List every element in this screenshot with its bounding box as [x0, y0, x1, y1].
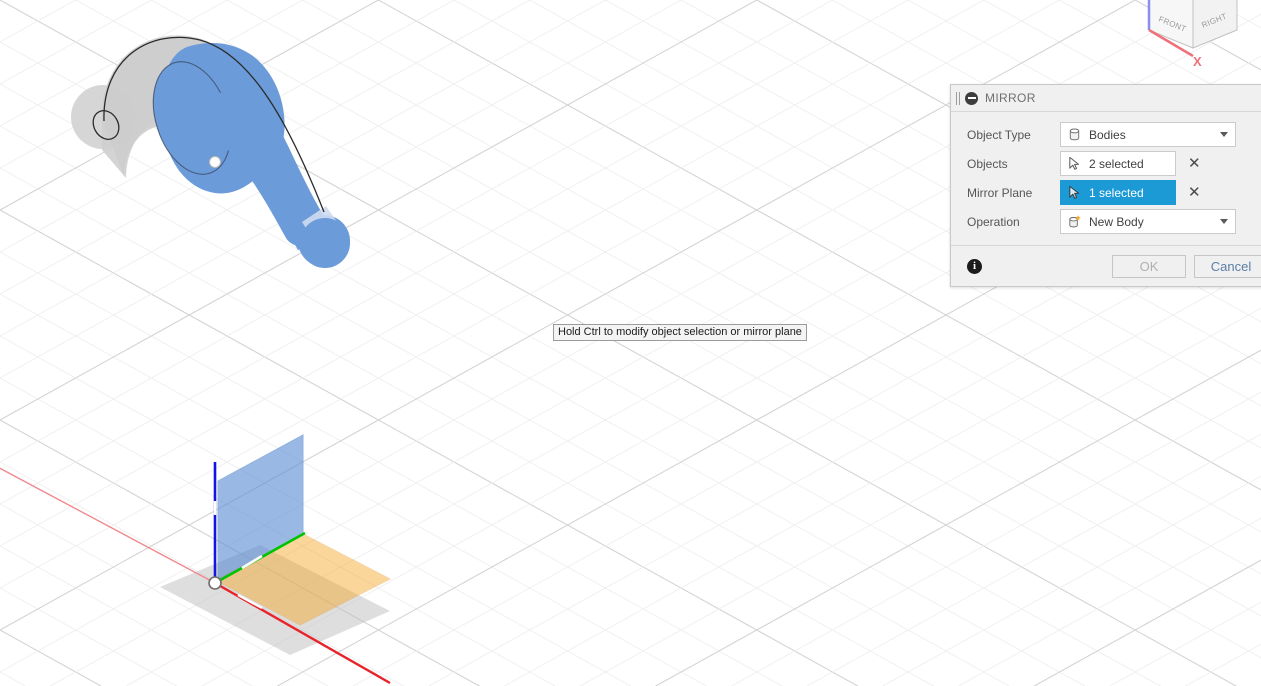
minus-circle-icon[interactable] [965, 91, 978, 105]
chevron-down-icon[interactable] [1220, 132, 1228, 137]
dialog-title: MIRROR [985, 91, 1036, 105]
dialog-header[interactable]: MIRROR ▸▸ [951, 85, 1261, 112]
clear-mirror-plane-icon[interactable]: ✕ [1188, 185, 1201, 200]
label-objects: Objects [967, 156, 1008, 171]
operation-dropdown[interactable]: New Body [1060, 209, 1236, 234]
mirror-plane-selection-button[interactable]: 1 selected [1060, 180, 1176, 205]
dialog-footer: i OK Cancel [951, 245, 1261, 286]
new-body-icon [1069, 214, 1081, 228]
row-mirror-plane: Mirror Plane 1 selected ✕ [951, 178, 1261, 207]
origin-planes[interactable] [0, 415, 420, 686]
profile-handle[interactable] [209, 156, 221, 168]
body-selected-half[interactable] [140, 43, 350, 268]
mirror-plane-value: 1 selected [1089, 185, 1144, 200]
object-type-value: Bodies [1089, 127, 1126, 142]
cancel-button[interactable]: Cancel [1194, 254, 1261, 278]
x-axis-negative [0, 467, 216, 584]
object-type-dropdown[interactable]: Bodies [1060, 122, 1236, 147]
row-objects: Objects 2 selected ✕ [951, 149, 1261, 178]
objects-value: 2 selected [1089, 156, 1144, 171]
operation-value: New Body [1089, 214, 1144, 229]
selection-hint-tooltip: Hold Ctrl to modify object selection or … [553, 324, 807, 341]
mirror-body-model[interactable] [40, 0, 460, 320]
view-cube[interactable]: FRONT RIGHT X [1131, 0, 1261, 90]
body-icon [1069, 128, 1080, 141]
cursor-arrow-icon [1069, 185, 1080, 199]
label-mirror-plane: Mirror Plane [967, 185, 1033, 200]
label-operation: Operation [967, 214, 1020, 229]
row-object-type: Object Type Bodies [951, 120, 1261, 149]
drag-grip-icon[interactable] [955, 91, 962, 105]
mirror-dialog[interactable]: MIRROR ▸▸ Object Type Bodies Objects [950, 84, 1261, 287]
objects-selection-button[interactable]: 2 selected [1060, 151, 1176, 176]
dialog-body: Object Type Bodies Objects 2 selected ✕ … [951, 112, 1261, 245]
chevron-down-icon[interactable] [1220, 219, 1228, 224]
label-object-type: Object Type [967, 127, 1031, 142]
ok-button[interactable]: OK [1112, 254, 1186, 278]
clear-objects-icon[interactable]: ✕ [1188, 156, 1201, 171]
origin-point[interactable] [208, 576, 222, 590]
fusion-cad-window: FRONT RIGHT X Hold Ctrl to modify object… [0, 0, 1261, 686]
cursor-arrow-icon [1069, 156, 1080, 170]
cube-axis-letter: X [1193, 54, 1202, 69]
row-operation: Operation New Body [951, 207, 1261, 236]
info-icon[interactable]: i [967, 258, 982, 274]
